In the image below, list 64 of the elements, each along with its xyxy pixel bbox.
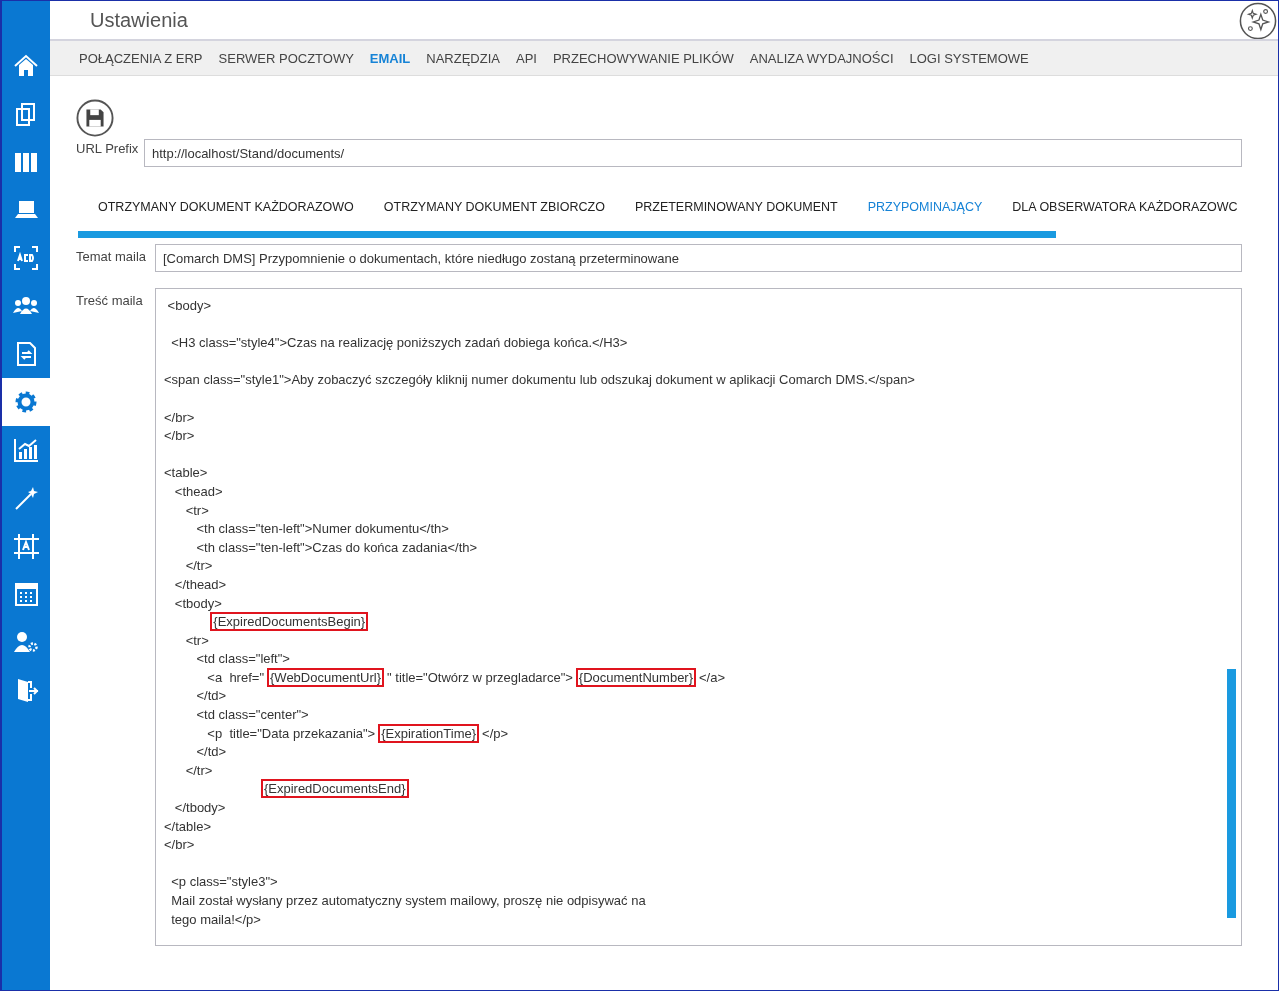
code-line: Mail został wysłany przez automatyczny system mailowy, proszę nie odpisywać na [170,892,647,910]
code-line: <tr> [184,501,210,520]
calendar-icon [12,580,40,608]
code-line: <tr> [184,631,210,650]
highlighted-placeholder: {ExpirationTime} [378,723,480,743]
code-line: </tbody> [173,799,227,818]
code-line: </tr> [184,761,214,780]
highlighted-placeholder: {DocumentNumber} [575,667,697,687]
subject-field[interactable]: [Comarch DMS] Przypomnienie o dokumentach, które niedługo zostaną przeterminowane [155,244,1242,272]
sidebar-item[interactable] [2,378,50,426]
mail-body-editor[interactable] [155,288,1242,946]
nav-tab[interactable]: POŁĄCZENIA Z ERP [79,50,203,66]
code-line: </tr> [184,557,214,576]
template-tab[interactable]: DLA OBSERWATORA KAŻDORAZOWC [1012,200,1238,220]
nav-tab[interactable]: PRZECHOWYWANIE PLIKÓW [552,50,734,66]
template-tab[interactable]: OTRZYMANY DOKUMENT KAŻDORAZOWO [98,200,354,220]
code-line: <tbody> [173,594,223,613]
code-line: </br> [164,427,196,446]
code-text: </a> [699,669,726,685]
code-text: " title="Otwórz w przegladarce"> [387,669,573,685]
nav-tab[interactable]: API [516,50,537,66]
code-line: <span class="style1">Aby zobaczyć szczegóły kliknij numer dokumentu lub odszukaj dokument w aplikacji Comarch DMS.</span> [164,371,916,390]
nav-tab[interactable]: ANALIZA WYDAJNOŚCI [749,50,894,66]
code-line: </thead> [173,575,228,594]
code-line: <table> [164,464,209,483]
code-line: </br> [164,836,196,855]
scrollbar[interactable] [1227,669,1236,918]
code-line: <p class="style3"> [170,873,279,892]
nav-tab[interactable]: EMAIL [369,50,411,66]
code-line: <body> [166,297,212,315]
code-line: <td class="center"> [195,706,310,725]
highlighted-placeholder: {WebDocumentUrl} [267,667,385,687]
text-frame-icon [12,532,40,560]
nav-tab[interactable]: LOGI SYSTEMOWE [909,50,1029,66]
code-text: <a href=" [207,669,264,685]
template-tab[interactable]: PRZETERMINOWANY DOKUMENT [634,200,838,220]
code-line: <th class="ten-left">Czas do końca zadania</th> [195,538,479,557]
code-line: <H3 class="style4">Czas na realizację poniższych zadań dobiega końca.</H3> [170,334,629,353]
page-title: Ustawienia [90,8,188,32]
url-prefix-label: URL Prefix [76,140,140,158]
subject-label: Temat maila [76,248,148,266]
body-label: Treść maila [76,292,144,310]
template-tab[interactable]: OTRZYMANY DOKUMENT ZBIORCZO [383,200,605,220]
code-text: </p> [482,725,509,741]
code-line: </td> [195,687,228,706]
sparkle-icon[interactable] [1239,2,1277,40]
chart-icon [12,436,40,464]
highlighted-placeholder: {ExpiredDocumentsEnd} [260,779,409,799]
template-tab[interactable]: PRZYPOMINAJĄCY [867,200,983,220]
code-line: </table> [164,817,212,836]
code-line: </br> [164,408,196,427]
nav-tab[interactable]: NARZĘDZIA [426,50,500,66]
code-text: <p title="Data przekazania"> [207,725,376,741]
highlighted-placeholder: {ExpiredDocumentsBegin} [210,612,369,632]
code-line: tego maila!</p> [170,910,262,929]
tab-scrollbar[interactable] [78,231,1056,238]
code-line: <thead> [173,482,224,501]
code-line: </td> [195,743,228,762]
code-line: <th class="ten-left">Numer dokumentu</th> [195,520,450,539]
save-icon[interactable] [76,99,114,137]
url-prefix-field[interactable]: http://localhost/Stand/documents/ [144,139,1242,167]
acd-icon [12,244,40,272]
nav-tab[interactable]: SERWER POCZTOWY [218,50,354,66]
code-line: <td class="left"> [195,650,291,669]
